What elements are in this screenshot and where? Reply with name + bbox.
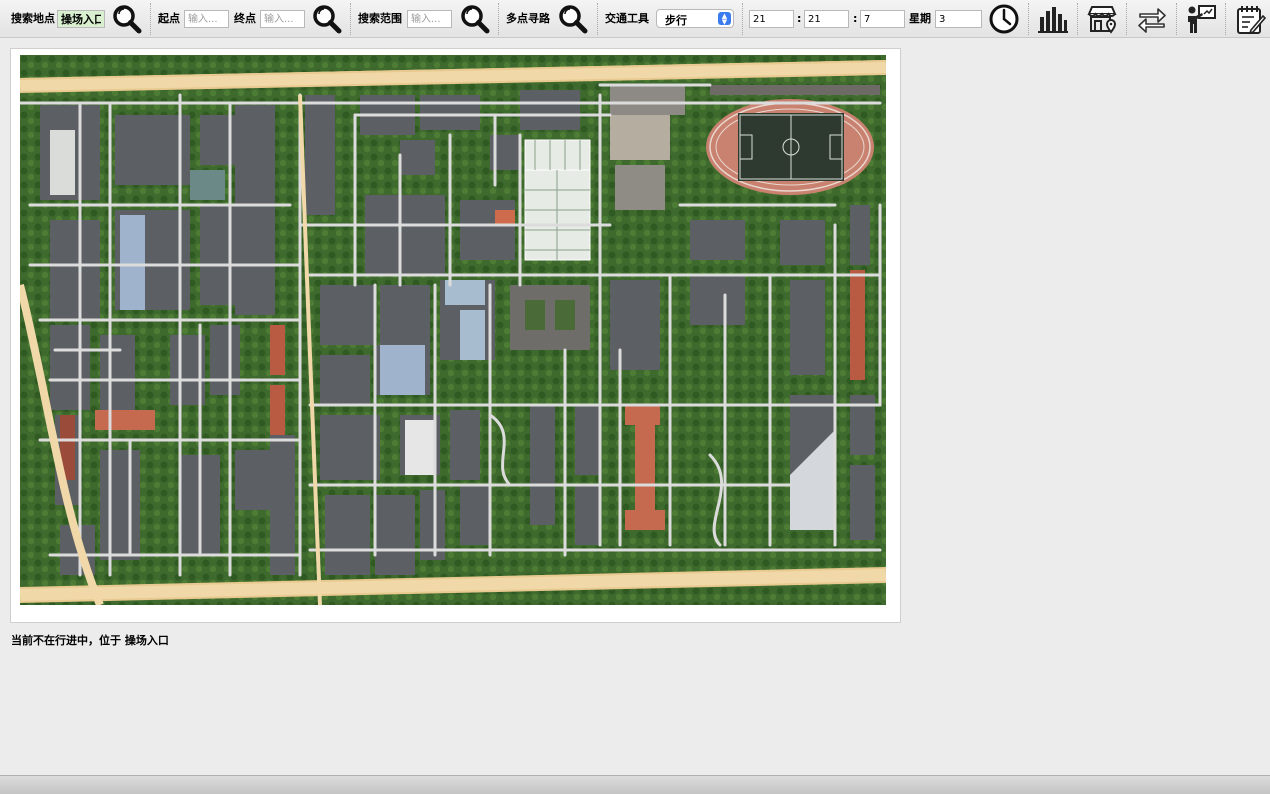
campus-satellite-map-icon [20,55,886,605]
store-location-button[interactable] [1086,3,1118,35]
search-place-label: 搜索地点 [11,12,55,25]
map-panel [10,48,901,623]
clock-icon [989,4,1019,34]
hour-input[interactable] [749,10,794,28]
weekday-label: 星期 [909,12,931,25]
swap-button[interactable] [1136,3,1168,35]
transport-selected: 步行 [665,14,687,27]
chevron-updown-icon: ▲ ▼ [718,12,731,26]
range-input[interactable] [407,10,452,28]
swap-arrows-icon [1138,8,1166,33]
notes-button[interactable] [1234,3,1266,35]
route-search-button[interactable] [311,3,343,35]
time-separator: : [853,12,858,25]
set-time-button[interactable] [988,3,1020,35]
transport-label: 交通工具 [605,12,649,25]
start-input[interactable] [184,10,229,28]
weekday-input[interactable] [935,10,982,28]
bottom-scrollbar[interactable] [0,775,1270,794]
time-separator: : [797,12,802,25]
end-label: 终点 [234,12,256,25]
transport-select[interactable]: 步行 ▲ ▼ [656,9,734,28]
status-text: 当前不在行进中，位于 操场入口 [11,634,169,647]
campus-map[interactable] [20,55,886,605]
statistics-button[interactable] [1037,3,1069,35]
second-input[interactable] [860,10,905,28]
range-label: 搜索范围 [358,12,402,25]
range-search-button[interactable] [459,3,491,35]
bar-chart-icon [1038,7,1068,33]
magnifier-icon [559,5,588,34]
search-place-button[interactable] [111,3,143,35]
toolbar: 搜索地点 起点 终点 搜索范围 多点寻路 交通工具 步行 ▲▼ : : 星期 [0,0,1270,38]
multi-point-button[interactable] [557,3,589,35]
notepad-icon [1237,6,1266,35]
magnifier-icon [461,5,490,34]
multi-point-label: 多点寻路 [506,12,550,25]
end-input[interactable] [260,10,305,28]
magnifier-icon [113,5,142,34]
start-label: 起点 [158,12,180,25]
teacher-board-icon [1188,5,1216,33]
store-location-icon [1087,6,1117,34]
search-place-input[interactable] [57,10,105,28]
minute-input[interactable] [804,10,849,28]
teacher-button[interactable] [1185,3,1217,35]
magnifier-icon [313,5,342,34]
